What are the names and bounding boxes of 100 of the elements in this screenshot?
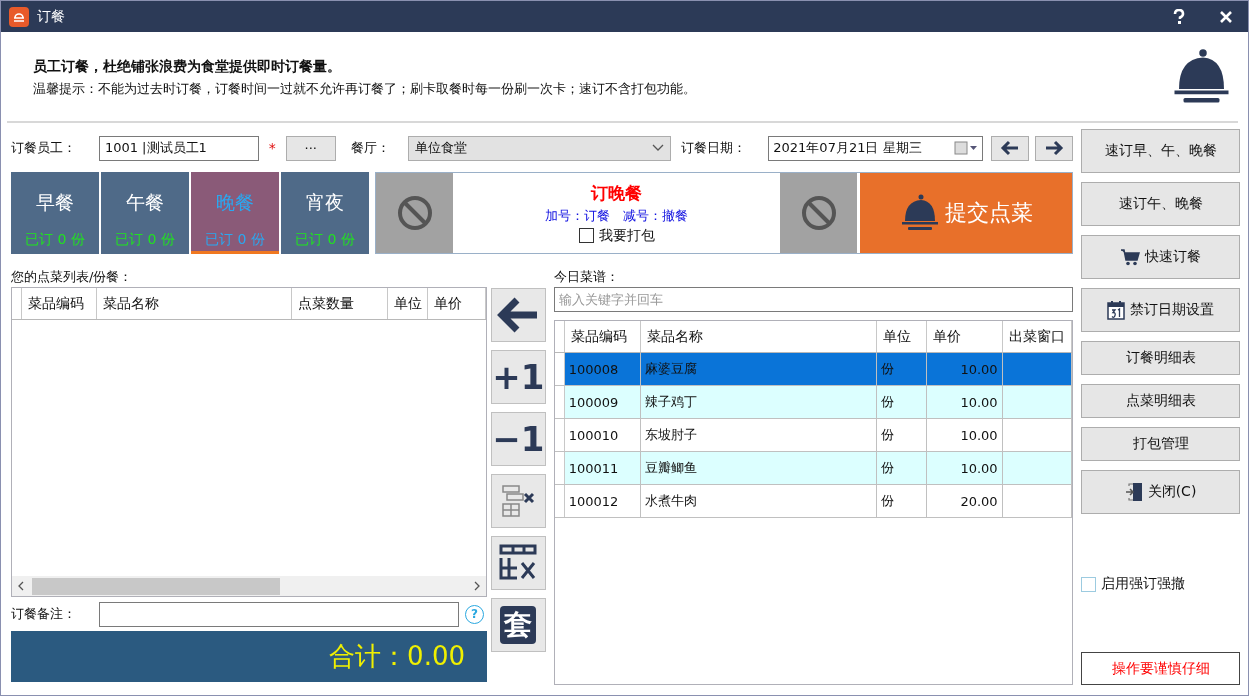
remarks-field[interactable]	[99, 601, 459, 627]
prohibited-icon	[799, 194, 838, 232]
chevron-down-icon	[652, 144, 665, 152]
action-button[interactable]: 关闭(C)	[1081, 470, 1240, 514]
table-cell: 豆瓣鲫鱼	[640, 452, 877, 484]
column-header: 菜品编码	[564, 321, 641, 352]
action-button[interactable]: 快速订餐	[1081, 235, 1240, 279]
force-checkbox[interactable]	[1081, 576, 1096, 592]
meal-tab[interactable]: 早餐 已订 0 份	[11, 172, 99, 254]
tool-button[interactable]	[491, 288, 546, 342]
action-button[interactable]: 速订午、晚餐	[1081, 182, 1240, 226]
force-label: 启用强订强撤	[1101, 575, 1185, 593]
search-field[interactable]: 输入关键字并回车	[553, 287, 1073, 312]
order-list-label: 您的点菜列表/份餐：	[11, 267, 134, 286]
action-button[interactable]: 订餐明细表	[1081, 341, 1240, 375]
meal-count: 已订 0 份	[295, 231, 355, 249]
close-icon[interactable]	[1220, 10, 1232, 23]
action-button[interactable]: 速订早、午、晚餐	[1081, 129, 1240, 173]
table-cell: 份	[876, 386, 927, 418]
action-button[interactable]: 点菜明细表	[1081, 384, 1240, 418]
table-cell: 100008	[564, 353, 641, 385]
help-icon[interactable]	[1172, 8, 1186, 25]
menu-row[interactable]: 100012 水煮牛肉 份 20.00	[554, 485, 1072, 518]
table-cell: 份	[876, 452, 927, 484]
table-cell: 10.00	[926, 419, 1003, 451]
menu-row[interactable]: 100008 麻婆豆腐 份 10.00	[554, 353, 1072, 386]
meal-count: 已订 0 份	[115, 231, 175, 249]
next-day-button[interactable]	[1035, 135, 1073, 161]
canteen-select[interactable]: 单位食堂	[407, 135, 672, 161]
tool-button[interactable]: −1	[491, 412, 546, 466]
right-arrow-icon	[1044, 140, 1064, 156]
scroll-left-icon[interactable]	[18, 581, 24, 591]
tip-text: 温馨提示：不能为过去时订餐，订餐时间一过就不允许再订餐了；刷卡取餐时每一份刷一次卡；速订不含打包功能。	[33, 79, 697, 98]
left-arrow-icon	[497, 296, 540, 334]
tool-button[interactable]: 套	[491, 598, 546, 652]
canteen-label: 餐厅：	[350, 139, 391, 157]
cart-icon	[1120, 248, 1140, 266]
table-cell: 100012	[564, 485, 641, 517]
headline: 员工订餐，杜绝铺张浪费为食堂提供即时订餐量。	[33, 57, 342, 76]
action-button[interactable]: 禁订日期设置	[1081, 288, 1240, 332]
table-cell: 份	[876, 485, 927, 517]
column-header: 菜品名称	[97, 288, 292, 319]
table-cell: 100009	[564, 386, 641, 418]
cancel-button[interactable]	[780, 173, 857, 253]
scroll-right-icon[interactable]	[474, 581, 480, 591]
window-title: 订餐	[37, 7, 66, 26]
column-header: 菜品名称	[640, 321, 877, 352]
meal-name: 晚餐	[216, 190, 254, 215]
column-header: 点菜数量	[292, 288, 388, 319]
set-meal-label: 套	[500, 606, 537, 644]
column-header: 单价	[926, 321, 1003, 352]
meal-count: 已订 0 份	[205, 231, 265, 249]
column-header: 单位	[876, 321, 927, 352]
prohibited-icon	[395, 194, 434, 232]
table-cell: 10.00	[926, 353, 1003, 385]
calendar-dropdown-icon	[954, 141, 979, 155]
warning-notice: 操作要谨慎仔细	[1081, 652, 1240, 685]
meal-count: 已订 0 份	[25, 231, 85, 249]
column-header: 单价	[428, 288, 486, 319]
meal-tab[interactable]: 午餐 已订 0 份	[101, 172, 189, 254]
table-cell: 份	[876, 419, 927, 451]
table-cell: 水煮牛肉	[640, 485, 877, 517]
pack-checkbox[interactable]	[578, 228, 594, 243]
tool-button[interactable]	[491, 536, 546, 590]
employee-label: 订餐员工：	[11, 139, 77, 157]
menu-row[interactable]: 100011 豆瓣鲫鱼 份 10.00	[554, 452, 1072, 485]
table-cell: 东坡肘子	[640, 419, 877, 451]
meal-name: 午餐	[126, 190, 164, 215]
browse-button[interactable]: ···	[285, 135, 336, 161]
table-cell: 辣子鸡丁	[640, 386, 877, 418]
meal-name: 早餐	[36, 190, 74, 215]
menu-row[interactable]: 100009 辣子鸡丁 份 10.00	[554, 386, 1072, 419]
employee-field[interactable]: 1001 |测试员工1	[98, 135, 259, 161]
meal-tab[interactable]: 宵夜 已订 0 份	[281, 172, 369, 254]
tool-button[interactable]: +1	[491, 350, 546, 404]
menu-row[interactable]: 100010 东坡肘子 份 10.00	[554, 419, 1072, 452]
meal-name: 宵夜	[306, 190, 344, 215]
date-label: 订餐日期：	[681, 139, 748, 157]
exit-door-icon	[1124, 482, 1143, 502]
date-field[interactable]: 2021年07月21日 星期三	[768, 135, 984, 161]
action-button[interactable]: 打包管理	[1081, 427, 1240, 461]
column-header: 菜品编码	[22, 288, 97, 319]
table-cell: 100011	[564, 452, 641, 484]
pack-label: 我要打包	[598, 226, 655, 245]
cancel-button[interactable]	[376, 173, 453, 253]
table-cell: 份	[876, 353, 927, 385]
table-cell: 100010	[564, 419, 641, 451]
order-title: 订晚餐	[591, 181, 642, 205]
table-cell: 10.00	[926, 452, 1003, 484]
order-hint: 加号：订餐 减号：撤餐	[545, 206, 688, 225]
required-mark: *	[268, 140, 276, 156]
app-logo-icon	[9, 6, 29, 27]
horizontal-scrollbar[interactable]	[12, 576, 486, 596]
cloche-icon	[899, 193, 939, 233]
menu-label: 今日菜谱：	[553, 267, 620, 286]
left-arrow-icon	[1000, 140, 1021, 156]
column-header: 单位	[388, 288, 428, 319]
remarks-label: 订餐备注：	[11, 605, 77, 623]
total-amount: 合计：0.00	[11, 631, 487, 682]
previous-day-button[interactable]	[991, 135, 1030, 161]
